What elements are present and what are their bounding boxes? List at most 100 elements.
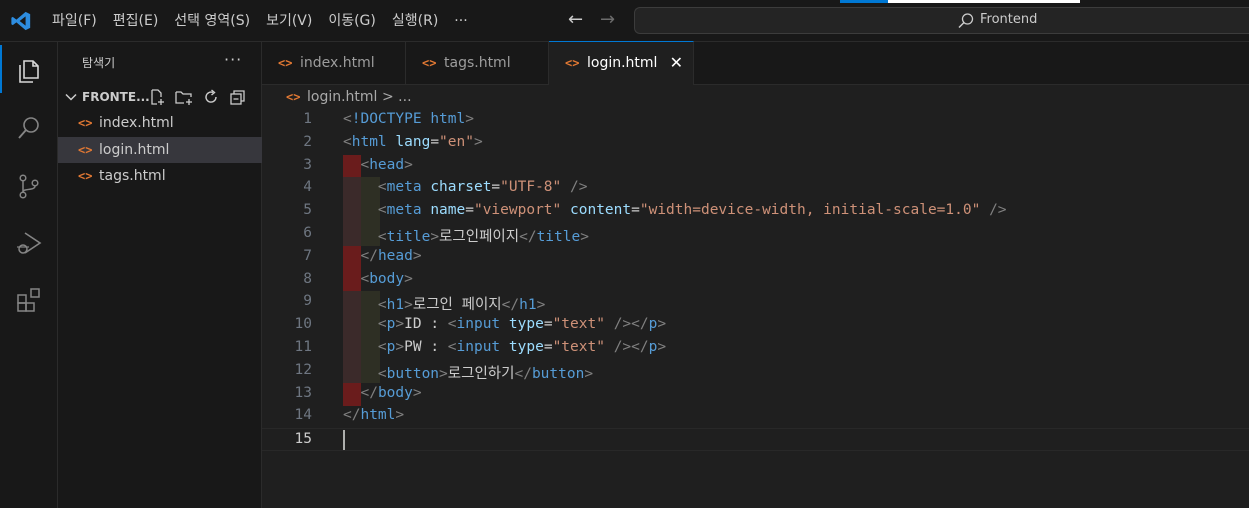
- line-number: 2: [303, 133, 312, 150]
- command-center-label: Frontend: [980, 12, 1038, 27]
- line-number: 14: [294, 407, 312, 424]
- line-number: 6: [303, 225, 312, 241]
- code-line[interactable]: 13 </body>: [262, 382, 1249, 406]
- file-item[interactable]: <> tags.html: [58, 163, 262, 189]
- code-line[interactable]: 9 <h1>로그인 페이지</h1>: [262, 291, 1249, 315]
- code-line[interactable]: 12 <button>로그인하기</button>: [262, 359, 1249, 383]
- html-file-icon: <>: [278, 56, 293, 70]
- file-item[interactable]: <> index.html: [58, 110, 262, 136]
- extensions-icon: [17, 288, 40, 312]
- html-file-icon: <>: [565, 56, 580, 70]
- breadcrumb: <> login.html > ...: [262, 86, 1249, 108]
- tab-index[interactable]: <> index.html: [262, 42, 406, 85]
- extensions-view-button[interactable]: [0, 274, 58, 322]
- folder-actions: [148, 88, 247, 106]
- menu-item[interactable]: 파일(F): [44, 0, 105, 42]
- line-number: 15: [294, 431, 312, 448]
- code-line[interactable]: 6 <title>로그인페이지</title>: [262, 223, 1249, 246]
- folder-header[interactable]: FRONTE...: [58, 86, 262, 108]
- forward-arrow-icon[interactable]: →: [600, 9, 615, 30]
- code-text: <head>: [360, 156, 413, 173]
- run-debug-view-button[interactable]: [0, 217, 58, 265]
- file-name: index.html: [99, 115, 174, 131]
- new-folder-icon[interactable]: [175, 88, 193, 106]
- code-text: </head>: [360, 247, 422, 264]
- editor-tabs: <> index.html <> tags.html <> login.html ✕: [262, 41, 1249, 85]
- line-number: 12: [294, 361, 312, 378]
- code-line[interactable]: 2 <html lang="en">: [262, 132, 1249, 155]
- line-number: 3: [303, 156, 312, 173]
- search-icon: [958, 13, 974, 29]
- line-number: 8: [303, 270, 312, 287]
- activity-bar: [0, 42, 58, 508]
- code-text: <button>로그인하기</button>: [377, 365, 594, 382]
- chevron-down-icon: [65, 93, 77, 101]
- html-file-icon: <>: [78, 116, 93, 130]
- search-icon: [18, 117, 39, 139]
- breadcrumb-rest[interactable]: > ...: [382, 89, 412, 105]
- source-control-icon: [19, 174, 39, 199]
- file-item[interactable]: <> login.html: [58, 136, 262, 163]
- line-number: 4: [303, 179, 312, 196]
- vscode-logo-icon: [11, 11, 31, 31]
- code-line[interactable]: 15: [262, 428, 1249, 452]
- folder-name: FRONTE...: [82, 90, 150, 104]
- line-number: 1: [303, 111, 312, 127]
- explorer-sidebar: 탐색기 ··· FRONTE... <> index.html <> login…: [58, 42, 262, 508]
- code-line[interactable]: 7 </head>: [262, 245, 1249, 269]
- search-view-button[interactable]: [0, 102, 58, 150]
- file-name: tags.html: [99, 168, 166, 184]
- line-number: 11: [294, 339, 312, 355]
- more-actions-icon[interactable]: ···: [224, 50, 242, 69]
- code-text: <p>PW : <input type="text" /></p>: [377, 339, 667, 355]
- code-line[interactable]: 8 <body>: [262, 268, 1249, 292]
- menu-item[interactable]: ···: [446, 0, 475, 42]
- line-number: 13: [294, 384, 312, 401]
- refresh-icon[interactable]: [202, 88, 220, 106]
- menu-item[interactable]: 실행(R): [384, 0, 446, 42]
- code-text: <meta name="viewport" content="width=dev…: [377, 202, 1007, 219]
- code-editor[interactable]: 1 <!DOCTYPE html> 2 <html lang="en"> 3 <head…: [262, 108, 1249, 508]
- code-line[interactable]: 5 <meta name="viewport" content="width=d…: [262, 200, 1249, 224]
- code-line[interactable]: 14 </html>: [262, 405, 1249, 428]
- html-file-icon: <>: [78, 142, 93, 157]
- explorer-view-button[interactable]: [0, 45, 58, 93]
- code-line[interactable]: 1 <!DOCTYPE html>: [262, 109, 1249, 132]
- new-file-icon[interactable]: [148, 88, 166, 106]
- command-center[interactable]: Frontend: [634, 7, 1249, 34]
- code-text: </body>: [360, 384, 422, 401]
- source-control-view-button[interactable]: [0, 160, 58, 208]
- html-file-icon: <>: [286, 90, 301, 104]
- file-name: login.html: [99, 141, 170, 158]
- line-number: 7: [303, 247, 312, 264]
- menu-bar: 파일(F) 편집(E) 선택 영역(S) 보기(V) 이동(G) 실행(R) ···: [44, 0, 476, 42]
- tab-label: index.html: [300, 55, 375, 71]
- window-top-accent: [840, 0, 888, 3]
- code-line[interactable]: 10 <p>ID : <input type="text" /></p>: [262, 314, 1249, 338]
- menu-item[interactable]: 보기(V): [258, 0, 320, 42]
- breadcrumb-file[interactable]: login.html: [307, 89, 377, 105]
- code-text: <body>: [360, 270, 413, 287]
- code-text: </html>: [343, 407, 405, 424]
- run-debug-icon: [17, 232, 42, 254]
- back-arrow-icon[interactable]: ←: [568, 9, 583, 30]
- code-text: <!DOCTYPE html>: [343, 111, 474, 127]
- line-number: 5: [303, 202, 312, 219]
- menu-item[interactable]: 선택 영역(S): [166, 0, 258, 42]
- menu-item[interactable]: 편집(E): [105, 0, 167, 42]
- code-text: <meta charset="UTF-8" />: [377, 179, 588, 196]
- line-number: 9: [303, 293, 312, 310]
- html-file-icon: <>: [422, 56, 437, 70]
- menu-item[interactable]: 이동(G): [320, 0, 384, 42]
- code-text: <p>ID : <input type="text" /></p>: [377, 316, 667, 333]
- sidebar-title: 탐색기: [82, 56, 116, 70]
- title-bar: 파일(F) 편집(E) 선택 영역(S) 보기(V) 이동(G) 실행(R) ··· ← →…: [0, 0, 1249, 42]
- code-line[interactable]: 11 <p>PW : <input type="text" /></p>: [262, 337, 1249, 360]
- code-line[interactable]: 4 <meta charset="UTF-8" />: [262, 177, 1249, 201]
- code-text: <h1>로그인 페이지</h1>: [377, 297, 546, 314]
- code-line[interactable]: 3 <head>: [262, 154, 1249, 178]
- tab-tags[interactable]: <> tags.html: [406, 42, 549, 85]
- tab-login[interactable]: <> login.html ✕: [549, 41, 694, 85]
- close-icon[interactable]: ✕: [670, 53, 683, 72]
- collapse-all-icon[interactable]: [229, 88, 247, 106]
